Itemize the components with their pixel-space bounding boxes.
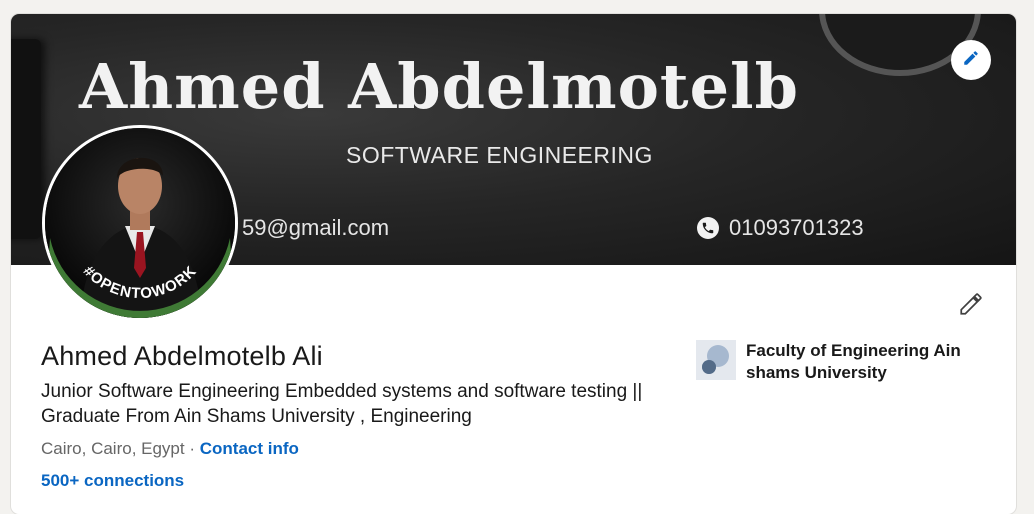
banner-notebook-graphic [11,39,41,239]
banner-title: Ahmed Abdelmotelb [79,50,799,123]
banner-subtitle: SOFTWARE ENGINEERING [346,142,653,168]
pencil-icon [962,49,980,72]
banner-phone: 01093701323 [697,215,864,241]
contact-info-link[interactable]: Contact info [200,439,299,458]
connections-link[interactable]: 500+ connections [41,471,184,491]
banner-email: 59@gmail.com [242,215,390,240]
education-link[interactable]: Faculty of Engineering Ain shams Univers… [696,340,996,384]
phone-icon [697,217,719,239]
school-logo [696,340,736,380]
profile-name: Ahmed Abdelmotelb Ali [41,341,323,371]
profile-headline: Junior Software Engineering Embedded sys… [41,381,643,427]
edit-banner-button[interactable] [951,40,991,80]
profile-location-line: Cairo, Cairo, Egypt · Contact info [41,439,299,459]
pencil-icon [958,291,984,322]
profile-location: Cairo, Cairo, Egypt [41,439,185,458]
avatar[interactable]: #OPENTOWORK [42,125,238,321]
edit-intro-button[interactable] [955,290,987,322]
location-separator: · [184,439,200,458]
education-name: Faculty of Engineering Ain shams Univers… [746,341,961,382]
profile-card: Ahmed Abdelmotelb SOFTWARE ENGINEERING 5… [11,14,1016,514]
banner-phone-number: 01093701323 [729,215,864,240]
profile-photo: #OPENTOWORK [45,128,235,318]
